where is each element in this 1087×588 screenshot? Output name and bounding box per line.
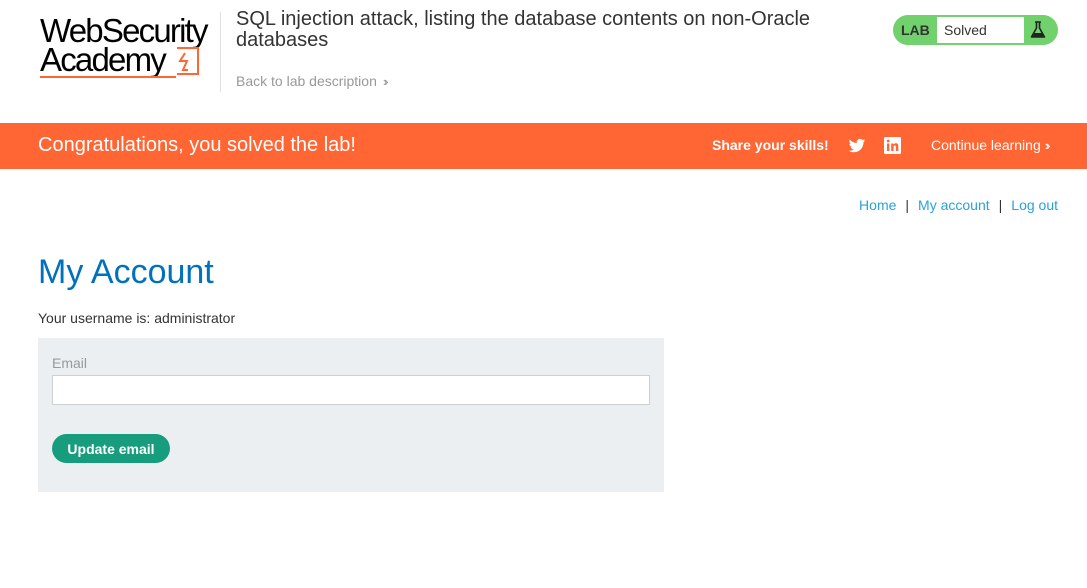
linkedin-icon[interactable] <box>884 137 901 154</box>
continue-learning-label: Continue learning <box>931 137 1041 153</box>
nav-separator: | <box>998 197 1003 213</box>
double-chevron-right-icon: ›› <box>1044 138 1050 153</box>
lab-status-box: Solved <box>937 17 1024 43</box>
lab-badge: LAB <box>901 22 930 38</box>
lab-status-text: Solved <box>944 22 987 38</box>
twitter-icon[interactable] <box>848 137 866 155</box>
change-email-form: Email Update email <box>38 338 664 492</box>
web-security-academy-logo[interactable]: WebSecurity Academy <box>40 14 218 78</box>
account-nav: Home | My account | Log out <box>859 197 1058 213</box>
continue-learning-link[interactable]: Continue learning ›› <box>931 137 1050 153</box>
nav-log-out-link[interactable]: Log out <box>1011 197 1058 213</box>
username-text: Your username is: administrator <box>38 310 236 326</box>
lab-title: SQL injection attack, listing the databa… <box>236 8 811 51</box>
back-to-lab-description-link[interactable]: Back to lab description ›› <box>236 73 388 89</box>
logo-underline <box>40 76 176 78</box>
share-skills-label: Share your skills! <box>712 137 829 153</box>
header-divider <box>220 12 221 92</box>
page-title: My Account <box>38 253 214 291</box>
nav-my-account-link[interactable]: My account <box>918 197 990 213</box>
double-chevron-right-icon: ›› <box>382 74 388 89</box>
email-input[interactable] <box>52 375 650 405</box>
back-link-label: Back to lab description <box>236 73 377 89</box>
flask-icon <box>1030 21 1046 38</box>
lab-status-widget: LAB Solved <box>893 15 1058 45</box>
nav-separator: | <box>905 197 910 213</box>
solved-banner: Congratulations, you solved the lab! Sha… <box>0 123 1087 169</box>
update-email-button[interactable]: Update email <box>52 434 170 463</box>
lightning-bolt-icon <box>178 52 189 71</box>
logo-line-2: Academy <box>40 41 167 78</box>
email-label: Email <box>52 355 88 371</box>
congratulations-message: Congratulations, you solved the lab! <box>38 134 356 156</box>
page-header: WebSecurity Academy SQL injection attack… <box>0 0 1087 123</box>
nav-home-link[interactable]: Home <box>859 197 896 213</box>
